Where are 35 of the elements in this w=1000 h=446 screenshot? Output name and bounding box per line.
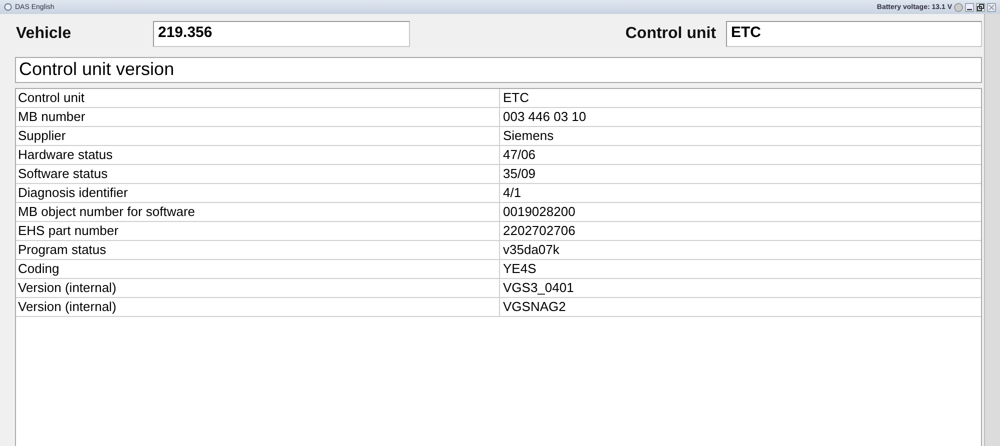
table-cell-text: 35/09 (502, 165, 537, 183)
table-cell-text: 003 446 03 10 (502, 108, 588, 126)
table-cell: Diagnosis identifier (16, 184, 500, 202)
table-cell: Supplier (16, 127, 500, 145)
table-cell: Version (internal) (16, 279, 500, 297)
table-cell-text: 4/1 (502, 184, 522, 202)
table-cell: MB number (16, 108, 500, 126)
status-circle-icon (954, 2, 963, 12)
table-cell: Software status (16, 165, 500, 183)
table-cell-text: 0019028200 (502, 203, 576, 221)
table-cell: EHS part number (16, 222, 500, 240)
table-cell: Control unit (16, 89, 500, 107)
app-icon (4, 3, 12, 11)
restore-button[interactable] (976, 2, 985, 12)
section-title: Control unit version (15, 57, 982, 83)
table-cell-text: VGSNAG2 (502, 298, 567, 316)
table-cell-text: Siemens (502, 127, 555, 145)
table-cell-text: 47/06 (502, 146, 537, 164)
table-cell-text: ETC (502, 89, 530, 107)
table-cell-text: 2202702706 (502, 222, 576, 240)
table-cell: Program status (16, 241, 500, 259)
vehicle-field: 219.356 (153, 21, 410, 47)
control-unit-label: Control unit (625, 25, 716, 43)
minimize-button[interactable] (965, 2, 974, 12)
table-cell-text: YE4S (502, 260, 538, 278)
vehicle-label: Vehicle (16, 25, 72, 43)
table-cell: MB object number for software (16, 203, 500, 221)
table-cell-text: VGS3_0401 (502, 279, 575, 297)
table-cell: Coding (16, 260, 500, 278)
restore-icon (977, 4, 984, 10)
table-cell: Hardware status (16, 146, 500, 164)
control-unit-field: ETC (726, 21, 982, 47)
table-cell: Version (internal) (16, 298, 500, 316)
table-cell-text: v35da07k (502, 241, 560, 259)
close-icon (988, 4, 995, 10)
